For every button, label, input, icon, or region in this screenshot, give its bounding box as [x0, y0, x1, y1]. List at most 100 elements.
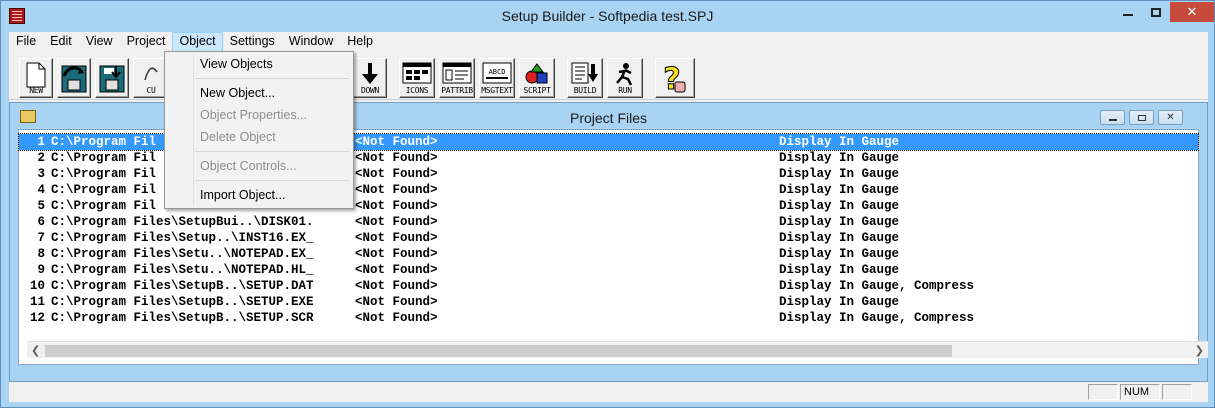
row-number: 5 [37, 199, 45, 213]
menu-project[interactable]: Project [120, 32, 173, 52]
menu-window[interactable]: Window [282, 32, 340, 52]
file-row[interactable]: 6 C:\Program Files\SetupBui..\DISK01. <Not… [19, 214, 1198, 230]
object-menu-dropdown: View Objects New Object... Object Proper… [164, 51, 354, 209]
menu-separator [195, 151, 349, 152]
menu-help[interactable]: Help [340, 32, 380, 52]
file-path: C:\Program Files\SetupB..\SETUP.EXE [51, 295, 314, 309]
row-number: 7 [37, 231, 45, 245]
status-bar: NUM [9, 382, 1208, 402]
file-options: Display In Gauge, Compress [779, 279, 975, 293]
save-disk-icon [99, 65, 125, 93]
cut-icon [144, 67, 158, 81]
arrow-down-icon [362, 63, 378, 84]
menu-item-delete-object[interactable]: Delete Object [167, 126, 351, 148]
row-number: 1 [37, 135, 45, 149]
maximize-button[interactable] [1142, 2, 1170, 22]
down-button[interactable]: DOWN [353, 58, 387, 98]
help-question-icon: ? [663, 62, 686, 96]
file-path: C:\Program Files\SetupB..\SETUP.DAT [51, 279, 314, 293]
minimize-icon [1108, 118, 1117, 121]
help-button[interactable]: ? [655, 58, 695, 98]
file-options: Display In Gauge [779, 183, 900, 197]
icons-window-icon [402, 62, 432, 84]
maximize-icon [1151, 7, 1161, 17]
pattrib-button[interactable]: PATTRIB [439, 58, 475, 98]
menu-item-import-object[interactable]: Import Object... [167, 184, 351, 206]
menu-item-new-object[interactable]: New Object... [167, 82, 351, 104]
menu-separator [195, 180, 349, 181]
close-icon: ✕ [1166, 112, 1175, 123]
minimize-icon [1123, 14, 1133, 16]
row-number: 3 [37, 167, 45, 181]
child-minimize-button[interactable] [1100, 110, 1125, 125]
menu-item-object-controls[interactable]: Object Controls... [167, 155, 351, 177]
file-row[interactable]: 12 C:\Program Files\SetupB..\SETUP.SCR <No… [19, 310, 1198, 326]
file-options: Display In Gauge [779, 231, 900, 245]
scroll-thumb[interactable] [45, 345, 952, 357]
row-number: 10 [29, 279, 45, 293]
file-status: <Not Found> [355, 135, 438, 149]
file-row[interactable]: 11 C:\Program Files\SetupB..\SETUP.EXE <No… [19, 294, 1198, 310]
file-path: C:\Program Files\Setup..\INST16.EX_ [51, 231, 314, 245]
file-path: C:\Program Fil [51, 151, 157, 165]
file-path: C:\Program Fil [51, 135, 157, 149]
row-number: 9 [37, 263, 45, 277]
msgtext-window-icon: ABCD [482, 62, 512, 84]
file-row[interactable]: 9 C:\Program Files\Setu..\NOTEPAD.HL_ <Not… [19, 262, 1198, 278]
file-options: Display In Gauge [779, 295, 900, 309]
build-icon [571, 62, 598, 84]
row-number: 8 [37, 247, 45, 261]
child-restore-button[interactable] [1129, 110, 1154, 125]
file-row[interactable]: 8 C:\Program Files\Setu..\NOTEPAD.EX_ <Not… [19, 246, 1198, 262]
script-button[interactable]: SCRIPT [519, 58, 555, 98]
file-status: <Not Found> [355, 263, 438, 277]
menu-view[interactable]: View [79, 32, 120, 52]
file-options: Display In Gauge [779, 247, 900, 261]
title-bar[interactable]: Setup Builder - Softpedia test.SPJ ✕ [1, 1, 1214, 32]
horizontal-scrollbar[interactable]: ❮ ❯ [27, 341, 1208, 358]
minimize-button[interactable] [1114, 2, 1142, 22]
status-pane-caps [1088, 384, 1118, 400]
file-status: <Not Found> [355, 311, 438, 325]
restore-icon [1137, 114, 1146, 121]
file-status: <Not Found> [355, 151, 438, 165]
menu-settings[interactable]: Settings [223, 32, 282, 52]
scroll-left-icon[interactable]: ❮ [31, 344, 40, 357]
row-number: 11 [29, 295, 45, 309]
file-options: Display In Gauge, Compress [779, 311, 975, 325]
file-options: Display In Gauge [779, 263, 900, 277]
run-button[interactable]: RUN [607, 58, 643, 98]
file-path: C:\Program Files\SetupB..\SETUP.SCR [51, 311, 314, 325]
file-path: C:\Program Fil [51, 167, 157, 181]
close-button[interactable]: ✕ [1170, 2, 1214, 22]
file-options: Display In Gauge [779, 167, 900, 181]
build-button[interactable]: BUILD [567, 58, 603, 98]
menu-bar: File Edit View Project Object Settings W… [9, 32, 1208, 52]
menu-item-view-objects[interactable]: View Objects [167, 53, 351, 75]
menu-object[interactable]: Object [172, 32, 223, 52]
status-pane-scroll [1162, 384, 1192, 400]
file-path: C:\Program Fil [51, 183, 157, 197]
file-row[interactable]: 7 C:\Program Files\Setup..\INST16.EX_ <Not… [19, 230, 1198, 246]
new-button[interactable]: NEW [19, 58, 53, 98]
open-folder-icon [61, 65, 87, 93]
file-status: <Not Found> [355, 279, 438, 293]
file-path: C:\Program Fil [51, 199, 157, 213]
file-row[interactable]: 10 C:\Program Files\SetupB..\SETUP.DAT <No… [19, 278, 1198, 294]
open-button[interactable] [57, 58, 91, 98]
menu-item-object-properties[interactable]: Object Properties... [167, 104, 351, 126]
icons-button[interactable]: ICONS [399, 58, 435, 98]
file-status: <Not Found> [355, 199, 438, 213]
menu-file[interactable]: File [9, 32, 43, 52]
file-options: Display In Gauge [779, 135, 900, 149]
child-close-button[interactable]: ✕ [1158, 110, 1183, 125]
msgtext-screen-text: ABCD [489, 68, 506, 76]
msgtext-button[interactable]: ABCD MSGTEXT [479, 58, 515, 98]
scroll-right-icon[interactable]: ❯ [1195, 344, 1204, 357]
row-number: 12 [29, 311, 45, 325]
row-number: 4 [37, 183, 45, 197]
status-num-indicator: NUM [1120, 384, 1160, 400]
file-status: <Not Found> [355, 183, 438, 197]
menu-edit[interactable]: Edit [43, 32, 79, 52]
save-button[interactable] [95, 58, 129, 98]
